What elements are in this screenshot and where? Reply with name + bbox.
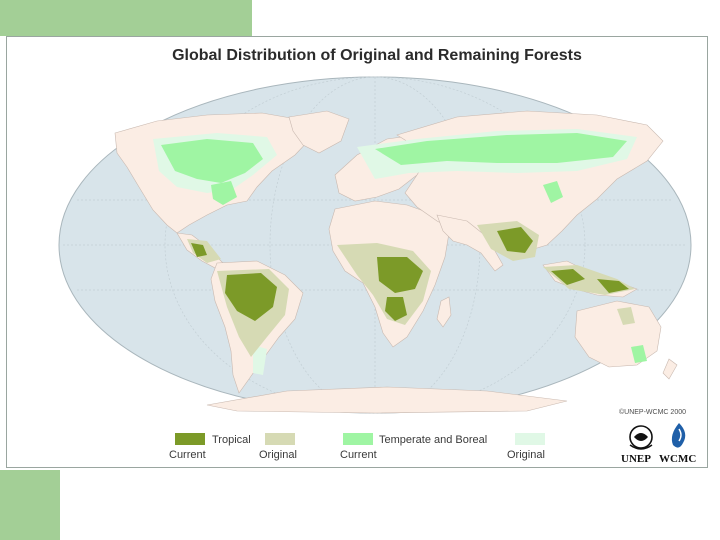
wcmc-logo-icon [671,423,686,448]
legend-label-temperate-current: Current [340,449,377,461]
unep-logo-text: UNEP [621,453,651,465]
legend-label-temperate-boreal: Temperate and Boreal [379,434,488,446]
legend-swatch-temperate-current [343,433,373,445]
legend-label-tropical-current: Current [169,449,206,461]
unep-logo-icon [629,425,653,450]
legend-swatch-tropical-current [175,433,205,445]
copyright-credit: ©UNEP-WCMC 2000 [619,409,687,416]
legend-swatch-tropical-original [265,433,295,445]
world-map [58,76,692,414]
wcmc-logo-text: WCMC [659,453,697,465]
decorative-top-bar [0,0,252,36]
legend-label-tropical: Tropical [212,434,251,446]
decorative-bottom-bar [0,470,60,540]
legend-swatch-temperate-original [515,433,545,445]
legend-label-tropical-original: Original [259,449,297,461]
map-title: Global Distribution of Original and Rema… [172,47,582,64]
map-figure: Global Distribution of Original and Rema… [6,36,708,468]
legend-label-temperate-original: Original [507,449,545,461]
new-zealand [662,358,678,380]
